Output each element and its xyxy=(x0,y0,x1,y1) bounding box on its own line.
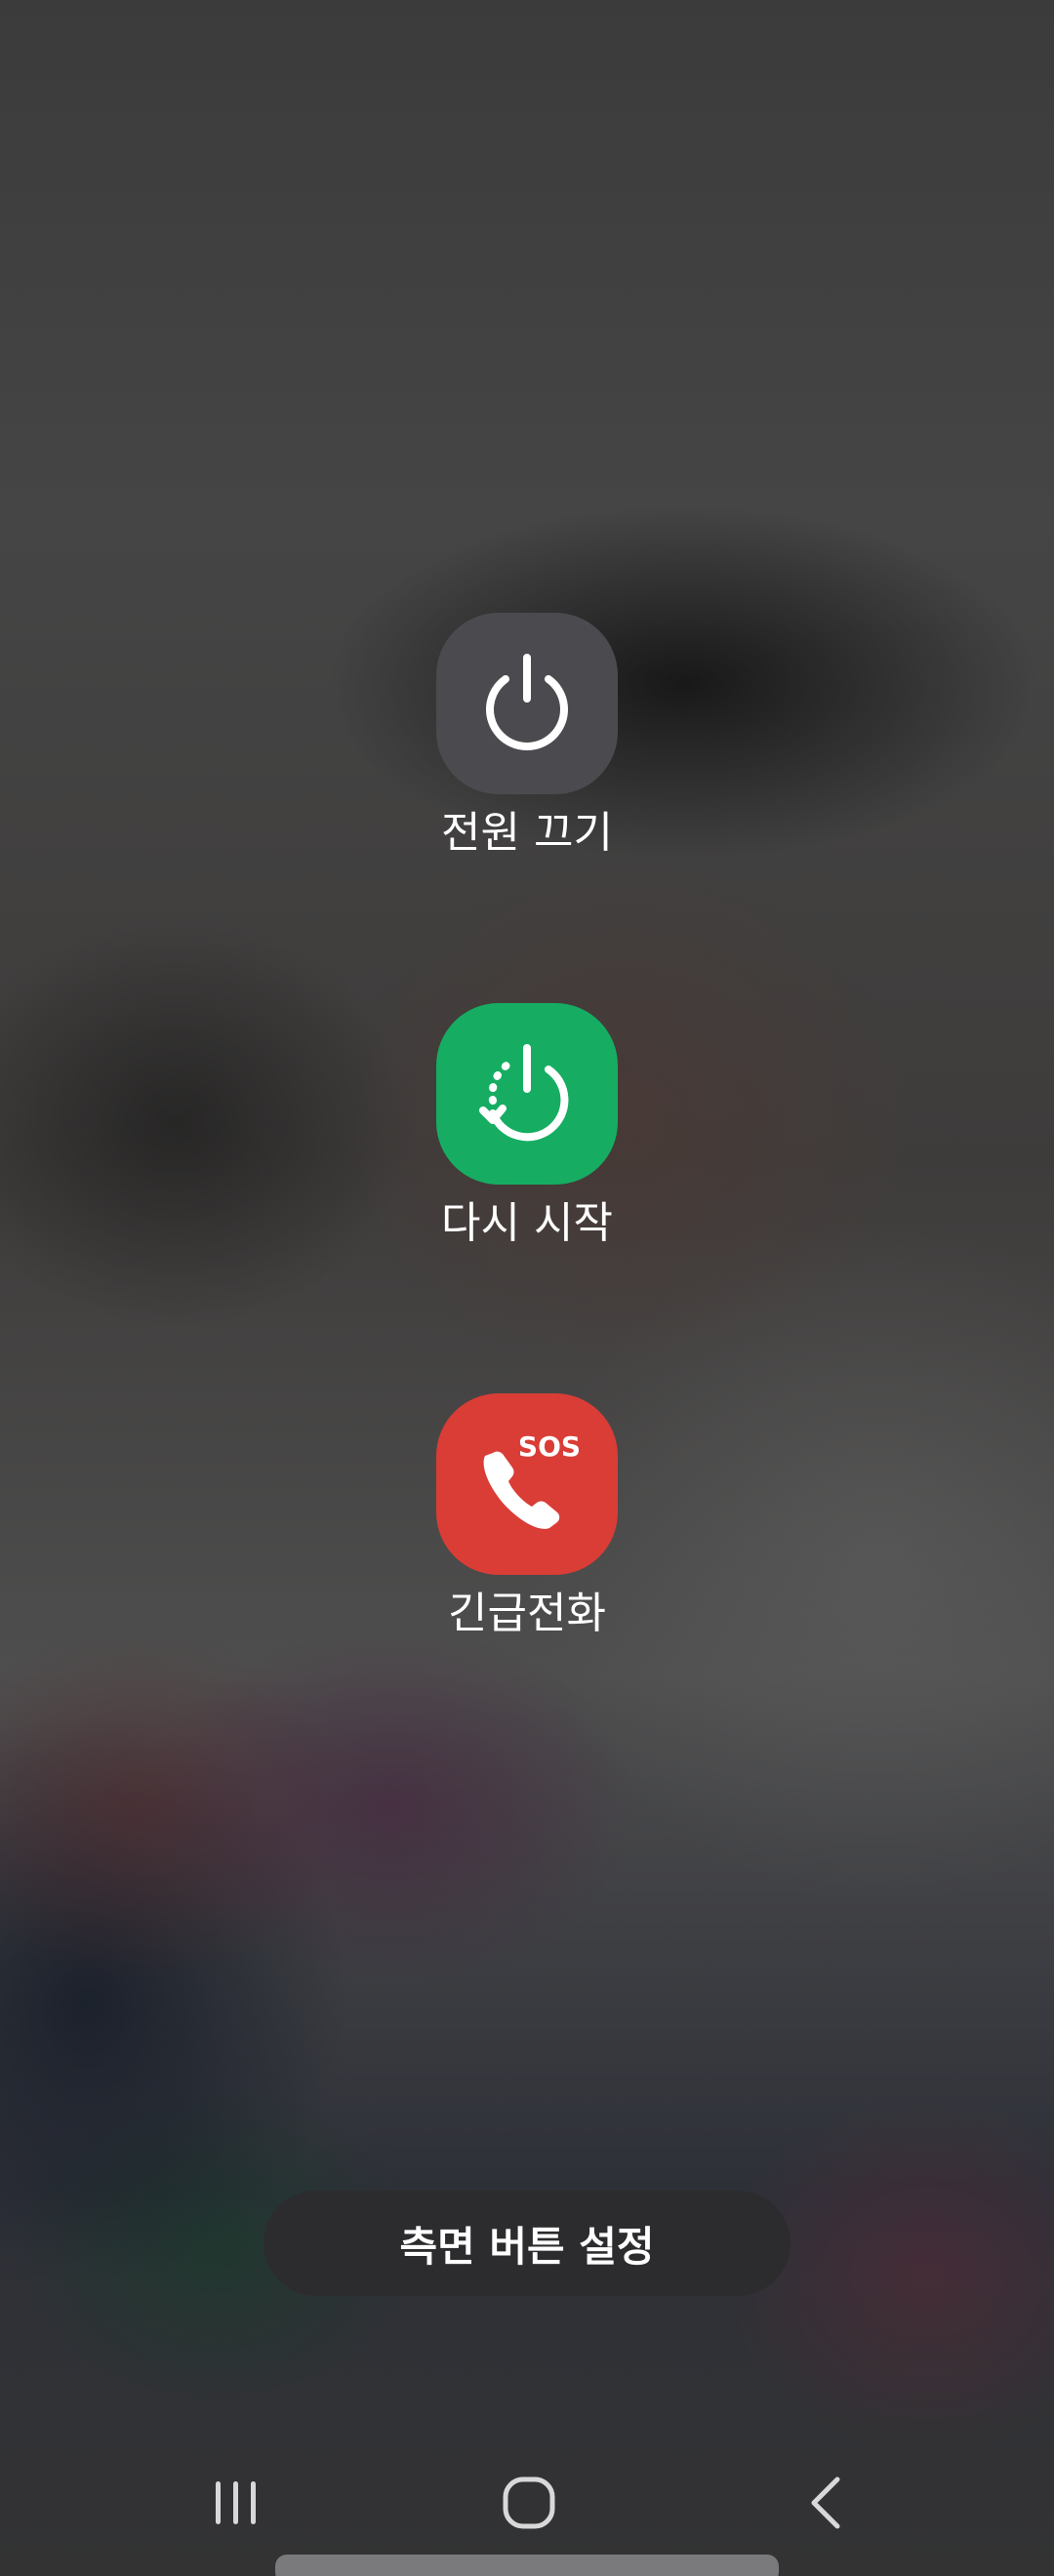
gesture-handle xyxy=(275,2555,779,2576)
side-button-settings-button[interactable]: 측면 버튼 설정 xyxy=(264,2191,790,2296)
navigation-bar xyxy=(0,2459,1054,2547)
side-button-settings-label: 측면 버튼 설정 xyxy=(399,2222,655,2271)
recent-apps-button[interactable] xyxy=(187,2459,285,2547)
power-off-tile[interactable] xyxy=(436,613,618,794)
recent-apps-icon xyxy=(216,2481,256,2524)
home-icon xyxy=(503,2476,555,2529)
emergency-call-label: 긴급전화 xyxy=(448,1589,606,1638)
emergency-call-button[interactable]: SOS 긴급전화 xyxy=(0,1393,1054,1639)
blurred-wallpaper xyxy=(0,0,1054,2576)
back-button[interactable] xyxy=(779,2459,876,2547)
restart-tile[interactable] xyxy=(436,1003,618,1185)
restart-icon xyxy=(479,1044,569,1142)
power-icon xyxy=(486,654,568,750)
restart-button[interactable]: 다시 시작 xyxy=(0,1003,1054,1249)
power-off-button[interactable]: 전원 끄기 xyxy=(0,613,1054,859)
back-icon xyxy=(811,2476,840,2529)
restart-label: 다시 시작 xyxy=(441,1198,613,1248)
sos-phone-icon: SOS xyxy=(483,1430,581,1529)
svg-text:SOS: SOS xyxy=(518,1430,581,1463)
home-button[interactable] xyxy=(480,2459,578,2547)
power-off-label: 전원 끄기 xyxy=(441,808,613,858)
emergency-call-tile[interactable]: SOS xyxy=(436,1393,618,1575)
